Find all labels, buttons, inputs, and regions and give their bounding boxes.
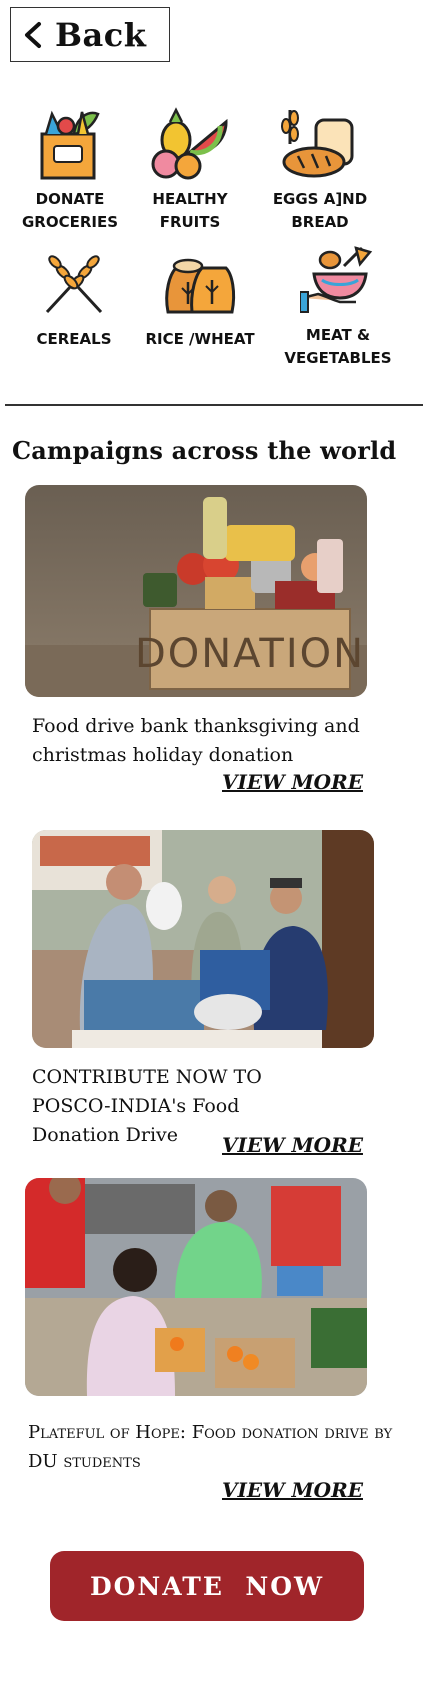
grocery-bag-icon (40, 110, 100, 180)
category-label: MEAT & VEGETABLES (284, 326, 392, 367)
svg-text:DONATION: DONATION (135, 631, 365, 677)
category-donate-groceries[interactable]: DONATE GROCERIES (10, 104, 130, 234)
category-label: RICE /WHEAT (145, 330, 255, 348)
section-title: Campaigns across the world (12, 436, 397, 465)
wheat-icon (45, 255, 103, 314)
campaign-image-students[interactable] (25, 1178, 367, 1396)
view-more-link[interactable]: VIEW MORE (222, 1478, 363, 1502)
back-button[interactable]: Back (10, 7, 170, 62)
eggs-bread-icon (281, 110, 354, 178)
donate-now-button[interactable]: DONATE NOW (50, 1551, 364, 1621)
category-healthy-fruits[interactable]: HEALTHY FRUITS (130, 104, 250, 234)
campaign-image-volunteers[interactable] (32, 830, 374, 1048)
chevron-left-icon (25, 21, 41, 48)
category-rice-wheat[interactable]: RICE /WHEAT (140, 252, 260, 351)
meat-vegetables-icon (300, 246, 373, 313)
campaign-caption: Plateful of Hope: Food donation drive by… (28, 1422, 393, 1472)
back-label: Back (55, 15, 147, 54)
section-divider (5, 404, 423, 406)
category-meat-vegetables[interactable]: MEAT & VEGETABLES (278, 240, 398, 370)
view-more-link[interactable]: VIEW MORE (222, 770, 363, 794)
campaign-image-donation-box[interactable]: DONATION (25, 485, 367, 697)
category-label: EGGS A]ND BREAD (272, 190, 368, 231)
category-label: DONATE GROCERIES (21, 190, 119, 231)
campaign-caption: Food drive bank thanksgiving and christm… (32, 715, 360, 766)
category-label: CEREALS (36, 330, 112, 348)
grain-sacks-icon (165, 258, 236, 314)
category-eggs-bread[interactable]: EGGS A]ND BREAD (260, 104, 380, 234)
category-label: HEALTHY FRUITS (152, 190, 228, 231)
view-more-link[interactable]: VIEW MORE (222, 1133, 363, 1157)
fruits-icon (151, 107, 228, 180)
donate-now-label: DONATE NOW (89, 1571, 325, 1601)
category-cereals[interactable]: CEREALS (14, 252, 134, 351)
